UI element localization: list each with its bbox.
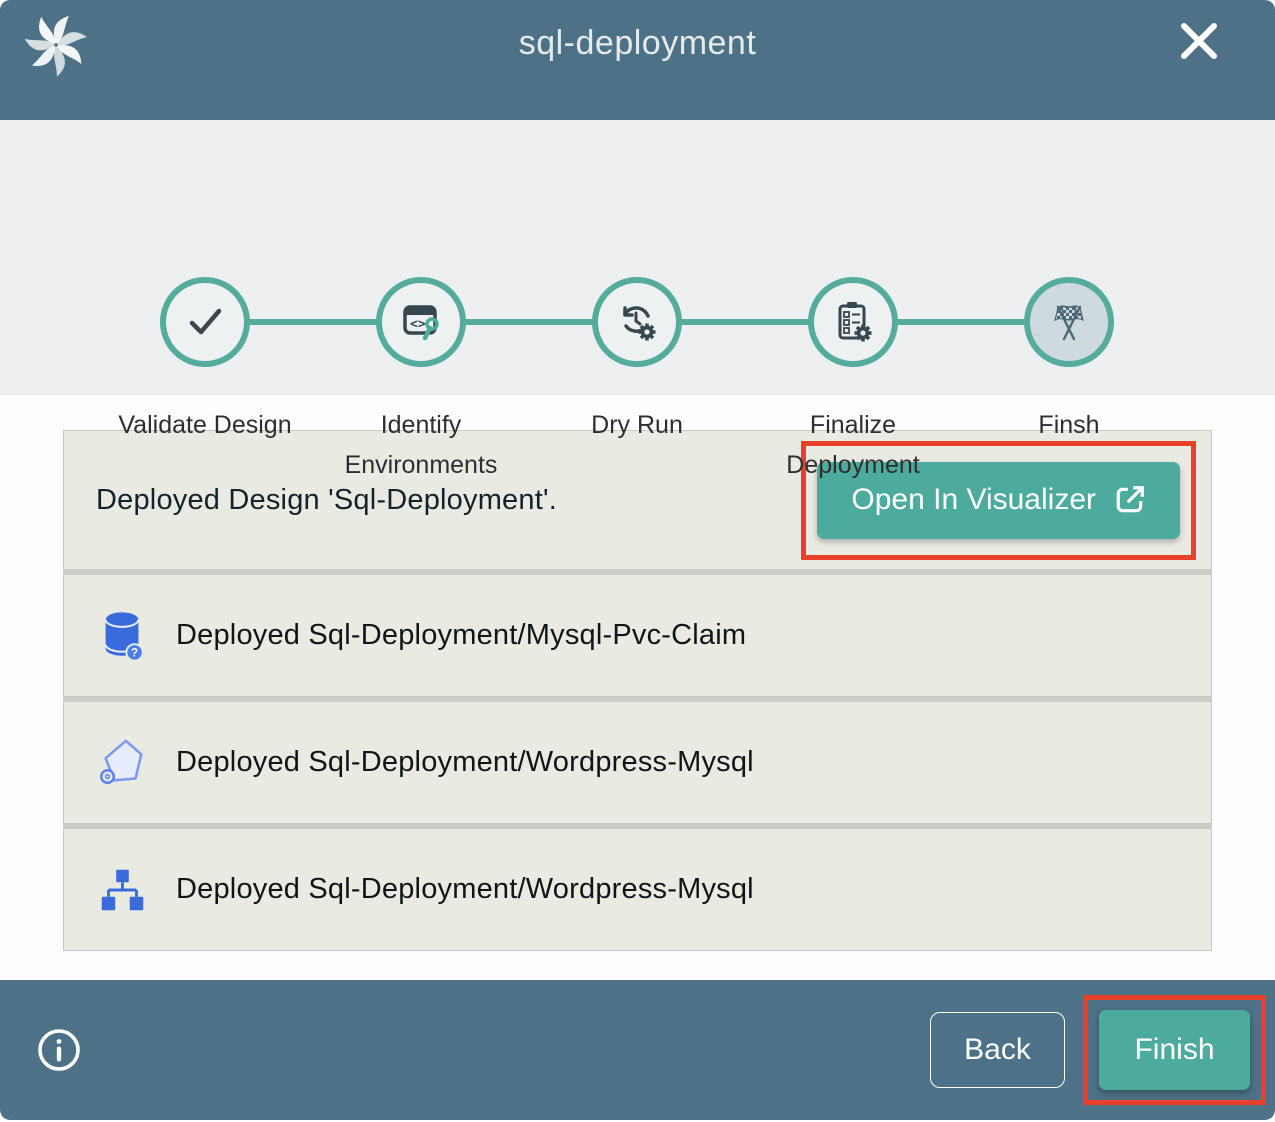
step-finish: Finsh: [961, 277, 1177, 485]
info-icon[interactable]: [36, 1027, 82, 1073]
back-button[interactable]: Back: [930, 1012, 1065, 1088]
code-wrench-icon: <>: [376, 277, 466, 367]
sync-gear-icon: [592, 277, 682, 367]
result-row-wordpress-mysql-1: Deployed Sql-Deployment/Wordpress-Mysql: [63, 701, 1212, 824]
step-identify-environments: <> Identify Environments: [313, 277, 529, 485]
clipboard-gear-icon: [808, 277, 898, 367]
deployment-wizard-modal: sql-deployment Validate Design: [0, 0, 1275, 1120]
step-label: Identify Environments: [313, 405, 529, 485]
result-row-text: Deployed Sql-Deployment/Wordpress-Mysql: [176, 746, 754, 779]
svg-text:<>: <>: [410, 317, 426, 332]
deployed-design-text: Deployed Design 'Sql-Deployment'.: [96, 484, 557, 517]
deployment-stepper: Validate Design <> Identify Environments: [0, 120, 1275, 395]
svg-text:?: ?: [131, 647, 138, 659]
result-row-text: Deployed Sql-Deployment/Mysql-Pvc-Claim: [176, 619, 746, 652]
result-row-wordpress-mysql-2: Deployed Sql-Deployment/Wordpress-Mysql: [63, 828, 1212, 951]
result-row-text: Deployed Sql-Deployment/Wordpress-Mysql: [176, 873, 754, 906]
finish-flags-icon: [1024, 277, 1114, 367]
step-dry-run: Dry Run: [529, 277, 745, 485]
step-label: Finalize Deployment: [745, 405, 961, 485]
database-icon: ?: [96, 608, 148, 664]
modal-footer: Back Finish: [0, 980, 1275, 1120]
external-link-icon: [1114, 484, 1146, 516]
close-icon[interactable]: [1178, 20, 1220, 62]
step-label: Validate Design: [118, 405, 291, 445]
pentagon-icon: [96, 735, 148, 791]
highlight-box-finish: Finish: [1083, 995, 1266, 1105]
check-icon: [160, 277, 250, 367]
finish-button[interactable]: Finish: [1099, 1010, 1250, 1090]
result-row-pvc-claim: ? Deployed Sql-Deployment/Mysql-Pvc-Clai…: [63, 574, 1212, 697]
step-label: Finsh: [1038, 405, 1099, 445]
modal-title: sql-deployment: [0, 24, 1275, 63]
modal-header: sql-deployment: [0, 0, 1275, 120]
hierarchy-icon: [96, 862, 148, 918]
step-finalize-deployment: Finalize Deployment: [745, 277, 961, 485]
step-validate-design: Validate Design: [97, 277, 313, 485]
open-in-visualizer-label: Open In Visualizer: [851, 483, 1096, 517]
step-label: Dry Run: [591, 405, 683, 445]
